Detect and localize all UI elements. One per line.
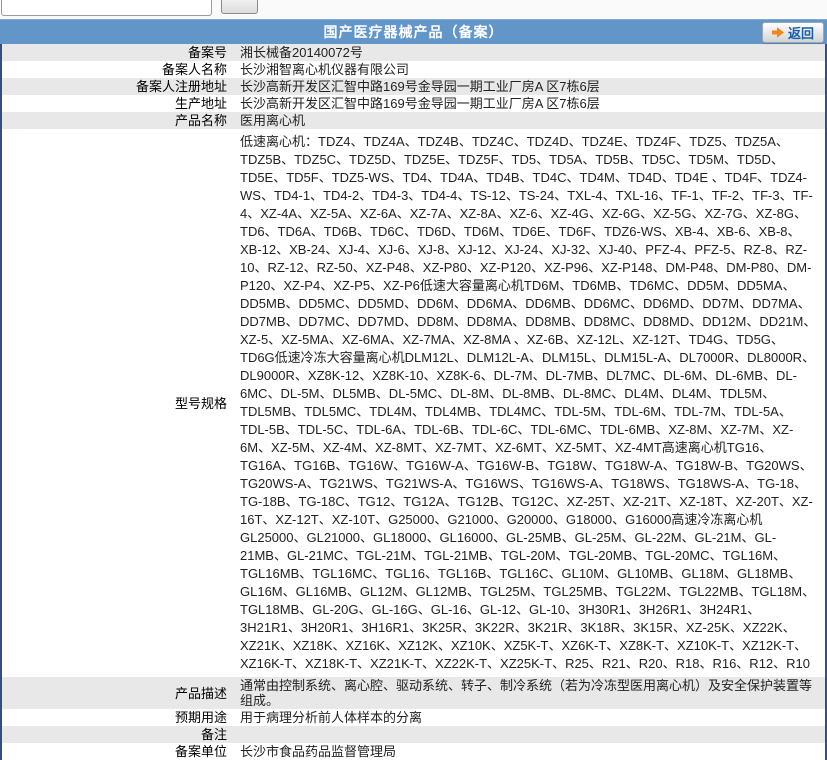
- field-value: 长沙湘智离心机仪器有限公司: [240, 62, 410, 77]
- field-label: 备案单位: [174, 744, 227, 759]
- field-label: 预期用途: [174, 710, 227, 725]
- field-value: 长沙高新开发区汇智中路169号金导园一期工业厂房A 区7栋6层: [240, 79, 600, 94]
- search-button[interactable]: [221, 0, 258, 14]
- field-value: 低速离心机：TDZ4、TDZ4A、TDZ4B、TDZ4C、TDZ4D、TDZ4E…: [240, 134, 817, 671]
- field-label: 产品描述: [174, 685, 227, 701]
- field-row: 备注: [2, 726, 825, 743]
- field-value: 长沙高新开发区汇智中路169号金导园一期工业厂房A 区7栋6层: [240, 96, 600, 111]
- field-row: 备案人名称 长沙湘智离心机仪器有限公司: [2, 61, 825, 78]
- field-row: 产品名称 医用离心机: [2, 112, 825, 129]
- field-value: 医用离心机: [240, 113, 306, 128]
- back-arrow-icon: [771, 27, 784, 38]
- field-row: 备案号 湘长械备20140072号: [2, 44, 825, 61]
- page-header: 国产医疗器械产品（备案） 返回: [0, 19, 827, 44]
- field-row: 备案人注册地址 长沙高新开发区汇智中路169号金导园一期工业厂房A 区7栋6层: [2, 78, 825, 95]
- field-row: 型号规格 低速离心机：TDZ4、TDZ4A、TDZ4B、TDZ4C、TDZ4D、…: [2, 129, 825, 677]
- field-label: 备案人注册地址: [135, 79, 227, 94]
- field-rows: 备案号 湘长械备20140072号 备案人名称 长沙湘智离心机仪器有限公司 备案…: [2, 44, 825, 760]
- page-title: 国产医疗器械产品（备案）: [323, 24, 504, 40]
- field-label: 备案号: [187, 45, 227, 60]
- field-label: 备注: [200, 727, 227, 742]
- top-toolbar: [0, 0, 827, 19]
- field-value: [234, 726, 825, 743]
- field-row: 生产地址 长沙高新开发区汇智中路169号金导园一期工业厂房A 区7栋6层: [2, 95, 825, 112]
- field-value: 长沙市食品药品监督管理局: [240, 744, 397, 759]
- field-value: 通常由控制系统、离心腔、驱动系统、转子、制冷系统（若为冷冻型医用离心机）及安全保…: [240, 678, 813, 708]
- field-label: 备案人名称: [161, 62, 227, 77]
- field-label: 型号规格: [174, 395, 227, 411]
- field-label: 产品名称: [174, 113, 227, 128]
- field-value: 湘长械备20140072号: [240, 45, 363, 60]
- field-value: 用于病理分析前人体样本的分离: [240, 710, 423, 725]
- field-row: 备案单位 长沙市食品药品监督管理局: [2, 743, 825, 760]
- back-button-label: 返回: [787, 26, 814, 41]
- field-row: 预期用途 用于病理分析前人体样本的分离: [2, 709, 825, 726]
- device-record-table: 备案号 湘长械备20140072号 备案人名称 长沙湘智离心机仪器有限公司 备案…: [0, 44, 827, 760]
- field-label: 生产地址: [174, 96, 227, 111]
- search-input[interactable]: [1, 0, 212, 16]
- back-button[interactable]: 返回: [761, 22, 824, 43]
- field-row: 产品描述 通常由控制系统、离心腔、驱动系统、转子、制冷系统（若为冷冻型医用离心机…: [2, 677, 825, 709]
